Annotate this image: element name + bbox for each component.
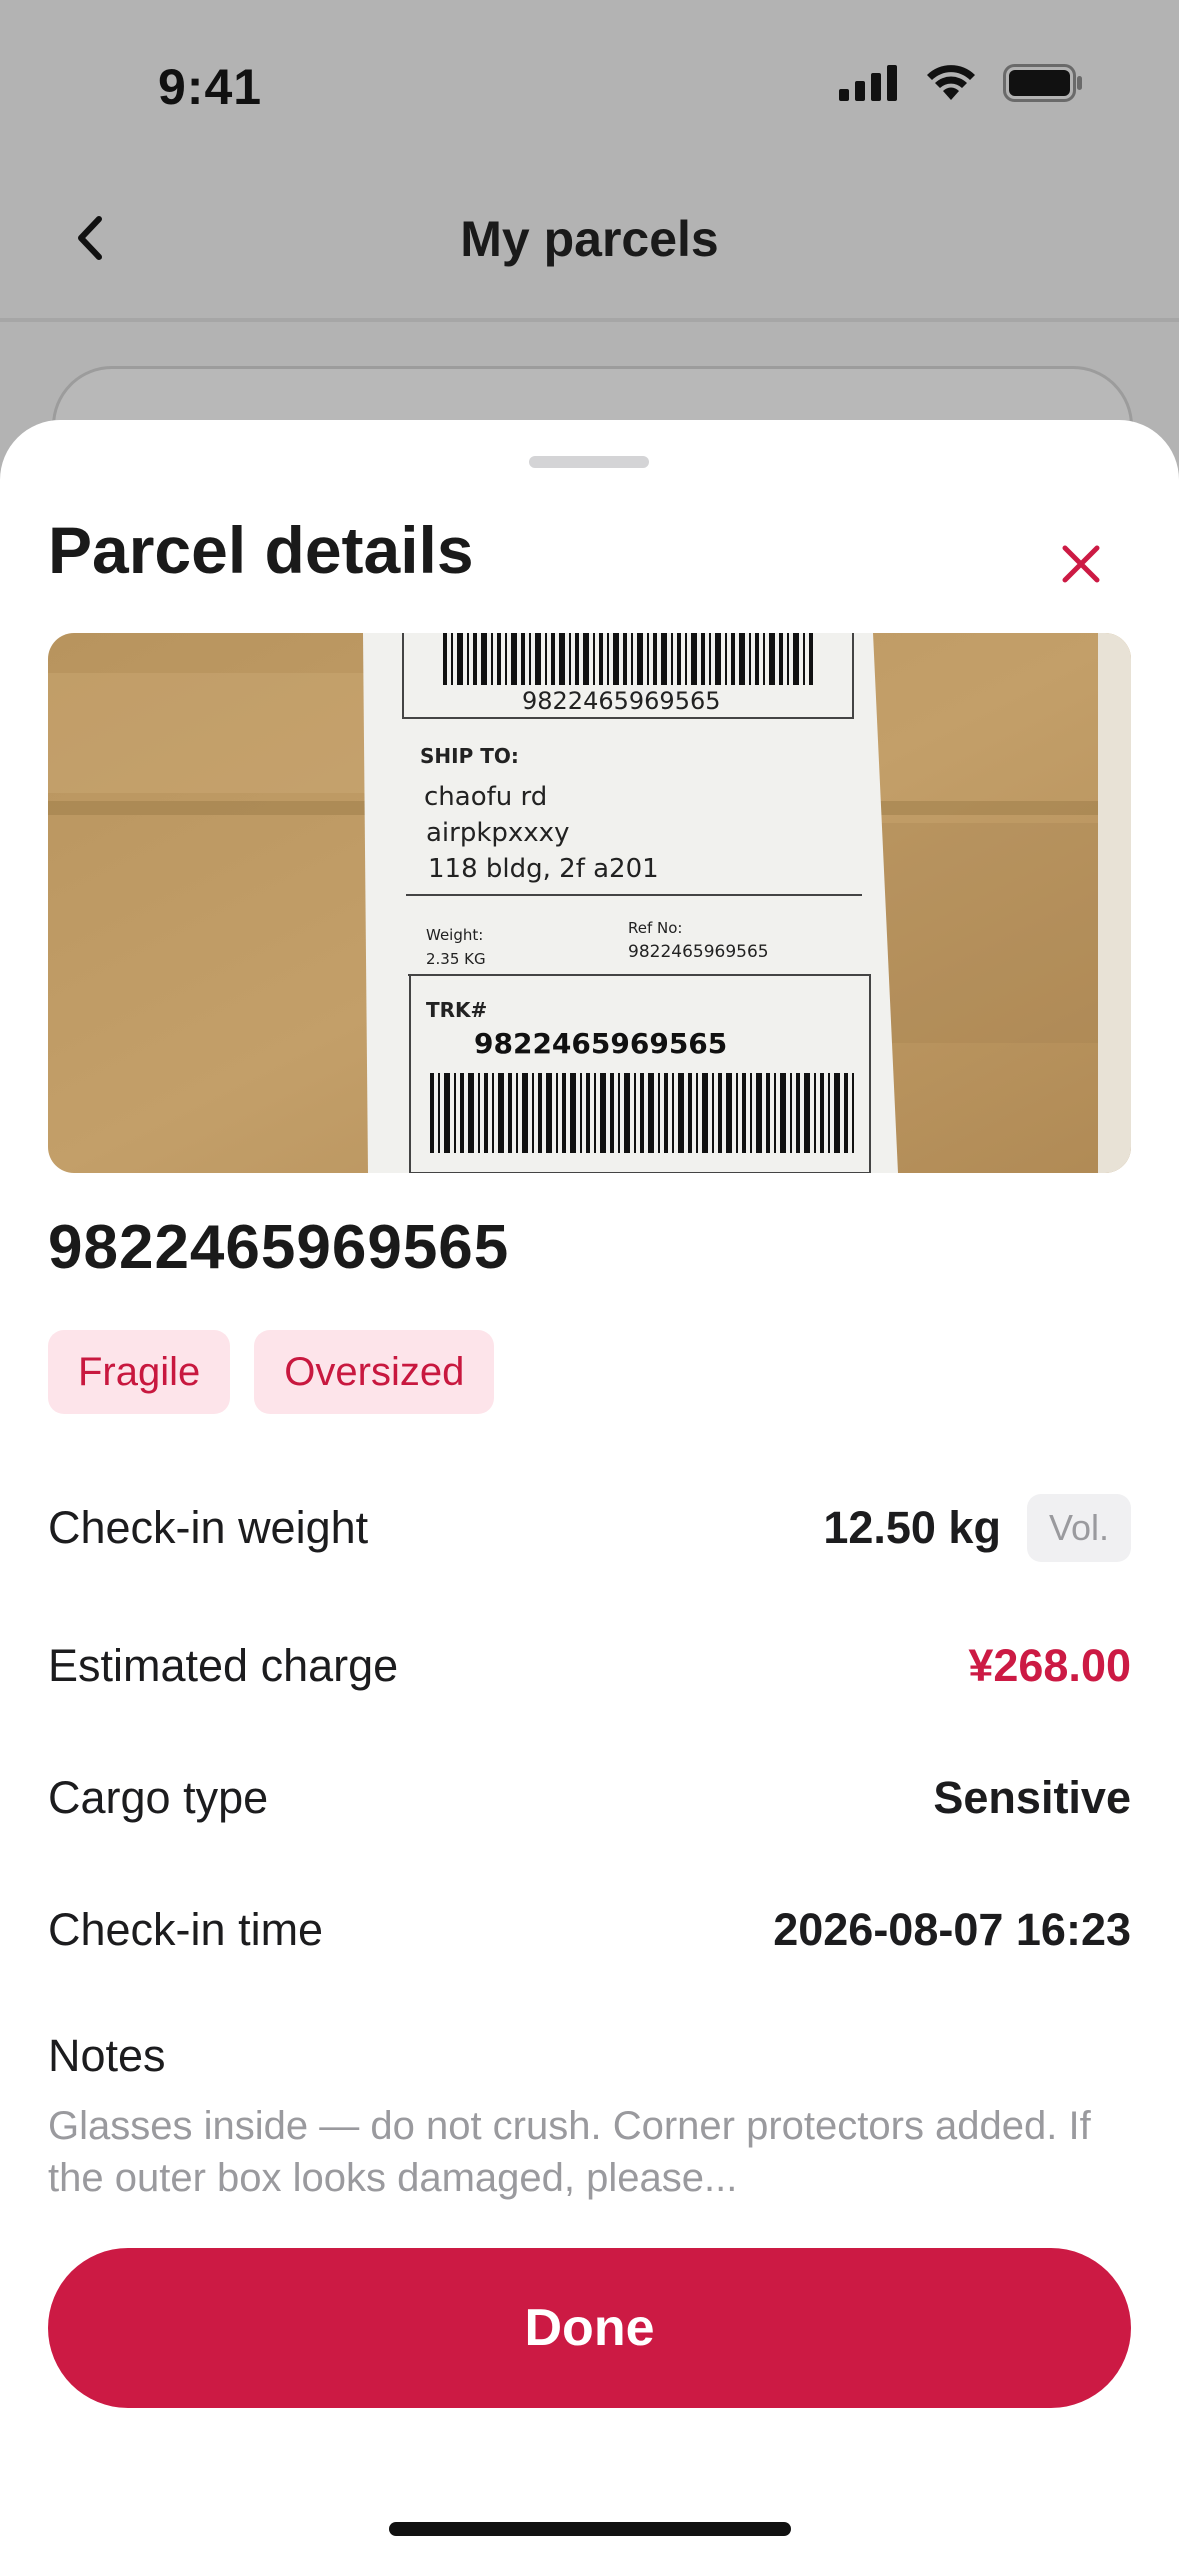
- label-trk-value: 9822465969565: [474, 1027, 727, 1060]
- sheet-title: Parcel details: [48, 513, 474, 587]
- label-address-line: 118 bldg, 2f a201: [428, 854, 659, 884]
- label-ref-value: 9822465969565: [628, 942, 769, 962]
- detail-row-checkin-time: Check-in time 2026-08-07 16:23: [48, 1890, 1131, 1970]
- close-icon: [1061, 544, 1101, 589]
- cellular-signal-icon: [839, 65, 899, 106]
- label-barcode-number: 9822465969565: [522, 687, 721, 715]
- label-weight-label: Weight:: [426, 926, 483, 944]
- barcode-bottom: [430, 1073, 854, 1153]
- volumetric-badge[interactable]: Vol.: [1026, 1494, 1131, 1562]
- detail-label: Check-in time: [48, 1904, 324, 1955]
- weight-value-group: 12.50 kg Vol.: [823, 1494, 1131, 1562]
- detail-value: 2026-08-07 16:23: [773, 1904, 1131, 1955]
- detail-value: Sensitive: [933, 1772, 1131, 1823]
- detail-value: 12.50 kg: [823, 1502, 1001, 1553]
- notes-text: Glasses inside — do not crush. Corner pr…: [48, 2104, 1091, 2200]
- close-button[interactable]: [1031, 516, 1131, 616]
- label-address-line: airpkpxxxy: [426, 818, 569, 848]
- status-time: 9:41: [158, 59, 263, 115]
- detail-value: ¥268.00: [968, 1640, 1131, 1691]
- nav-bar: My parcels: [0, 180, 1179, 320]
- detail-label: Check-in weight: [48, 1502, 369, 1553]
- detail-row-checkin-weight: Check-in weight 12.50 kg Vol.: [48, 1488, 1131, 1568]
- detail-row-cargo-type: Cargo type Sensitive: [48, 1758, 1131, 1838]
- tag-list: Fragile Oversized: [48, 1330, 495, 1414]
- home-indicator[interactable]: [389, 2522, 791, 2536]
- notes-label: Notes: [48, 2030, 166, 2081]
- label-trk-label: TRK#: [426, 998, 487, 1022]
- status-bar: 9:41: [0, 0, 1179, 180]
- parcel-details-sheet: Parcel details 9822465969565 SHIP TO: ch…: [0, 420, 1179, 2556]
- page-title: My parcels: [460, 211, 719, 267]
- label-ship-to: SHIP TO:: [420, 744, 519, 768]
- detail-label: Estimated charge: [48, 1640, 399, 1691]
- label-ref-label: Ref No:: [628, 919, 682, 937]
- label-address-line: chaofu rd: [424, 782, 547, 812]
- tag-oversized: Oversized: [254, 1330, 495, 1414]
- status-icons: [839, 64, 1083, 107]
- tag-fragile: Fragile: [48, 1330, 231, 1414]
- sheet-grabber[interactable]: [529, 456, 649, 468]
- wifi-icon: [925, 64, 977, 107]
- detail-label: Cargo type: [48, 1772, 269, 1823]
- detail-row-estimated-charge: Estimated charge ¥268.00: [48, 1626, 1131, 1706]
- nav-divider: [0, 318, 1179, 322]
- label-weight-value: 2.35 KG: [426, 950, 486, 968]
- battery-icon: [1003, 64, 1083, 107]
- tracking-number: 9822465969565: [48, 1213, 510, 1282]
- done-button[interactable]: Done: [48, 2248, 1131, 2408]
- parcel-photo[interactable]: 9822465969565 SHIP TO: chaofu rd airpkpx…: [48, 633, 1131, 1173]
